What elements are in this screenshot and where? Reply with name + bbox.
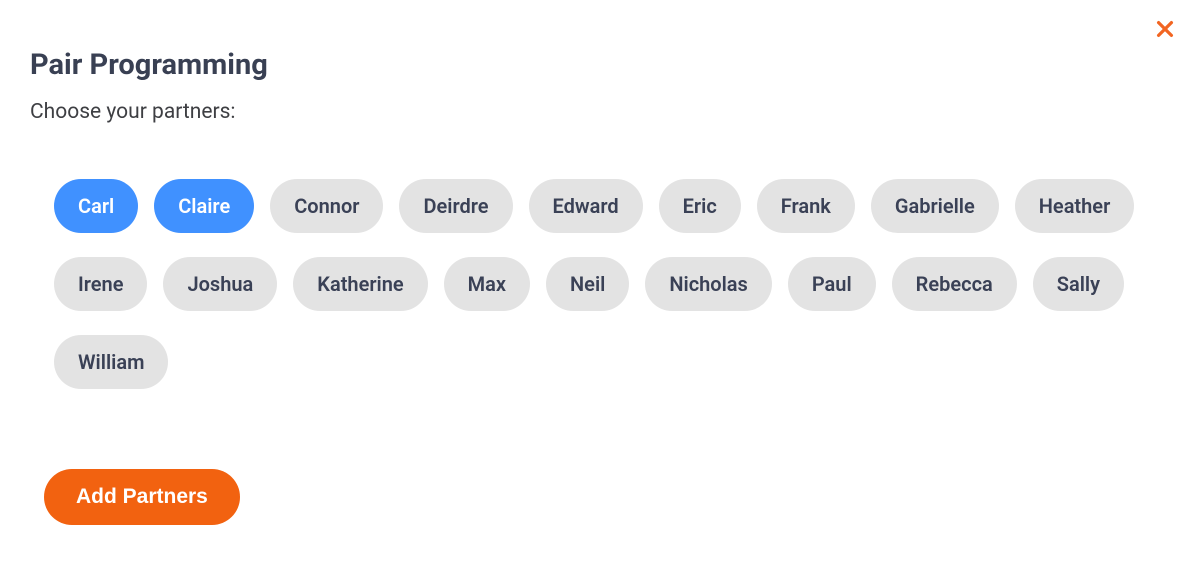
partner-chip[interactable]: William [54,335,168,389]
partner-chip[interactable]: Carl [54,179,138,233]
partner-chip-label: Carl [78,194,114,218]
partner-chip[interactable]: Heather [1015,179,1135,233]
partner-chip-label: Rebecca [916,272,993,296]
partner-chip-label: Frank [781,194,831,218]
partner-chip[interactable]: Claire [154,179,254,233]
partner-chip-label: Heather [1039,194,1111,218]
page-title: Pair Programming [30,48,1170,82]
partner-chip-label: Irene [78,272,123,296]
partner-chip[interactable]: Joshua [163,257,277,311]
partner-chip-label: Sally [1057,272,1100,296]
partner-chip-label: Eric [683,194,717,218]
close-button[interactable] [1154,18,1176,44]
partner-chip-label: William [78,350,144,374]
partner-chip[interactable]: Nicholas [645,257,771,311]
partner-chip[interactable]: Sally [1033,257,1124,311]
partner-chip[interactable]: Neil [546,257,629,311]
partner-chip[interactable]: Eric [659,179,741,233]
add-partners-label: Add Partners [76,485,208,509]
partner-chip[interactable]: Deirdre [399,179,512,233]
partner-chip-label: Nicholas [669,272,747,296]
partner-chip-label: Edward [553,194,619,218]
partner-chip[interactable]: Rebecca [892,257,1017,311]
partner-chip[interactable]: Max [444,257,530,311]
add-partners-button[interactable]: Add Partners [44,469,240,525]
page-subtitle: Choose your partners: [30,100,1170,124]
partner-chip[interactable]: Frank [757,179,855,233]
partner-chip-label: Claire [178,194,230,218]
partner-chip-label: Neil [570,272,605,296]
partner-chip-label: Katherine [317,272,403,296]
partner-chip[interactable]: Paul [788,257,876,311]
partner-chip[interactable]: Katherine [293,257,427,311]
partner-list: Carl Claire Connor Deirdre Edward Eric Frank Ga… [30,179,1170,389]
partner-chip[interactable]: Irene [54,257,147,311]
partner-chip-label: Gabrielle [895,194,975,218]
partner-chip-label: Deirdre [423,194,488,218]
partner-chip[interactable]: Connor [270,179,383,233]
partner-chip[interactable]: Edward [529,179,643,233]
close-icon [1154,18,1176,44]
partner-chip-label: Joshua [187,272,253,296]
partner-chip-label: Paul [812,272,852,296]
partner-chip-label: Connor [294,194,359,218]
partner-chip-label: Max [468,272,506,296]
partner-chip[interactable]: Gabrielle [871,179,999,233]
